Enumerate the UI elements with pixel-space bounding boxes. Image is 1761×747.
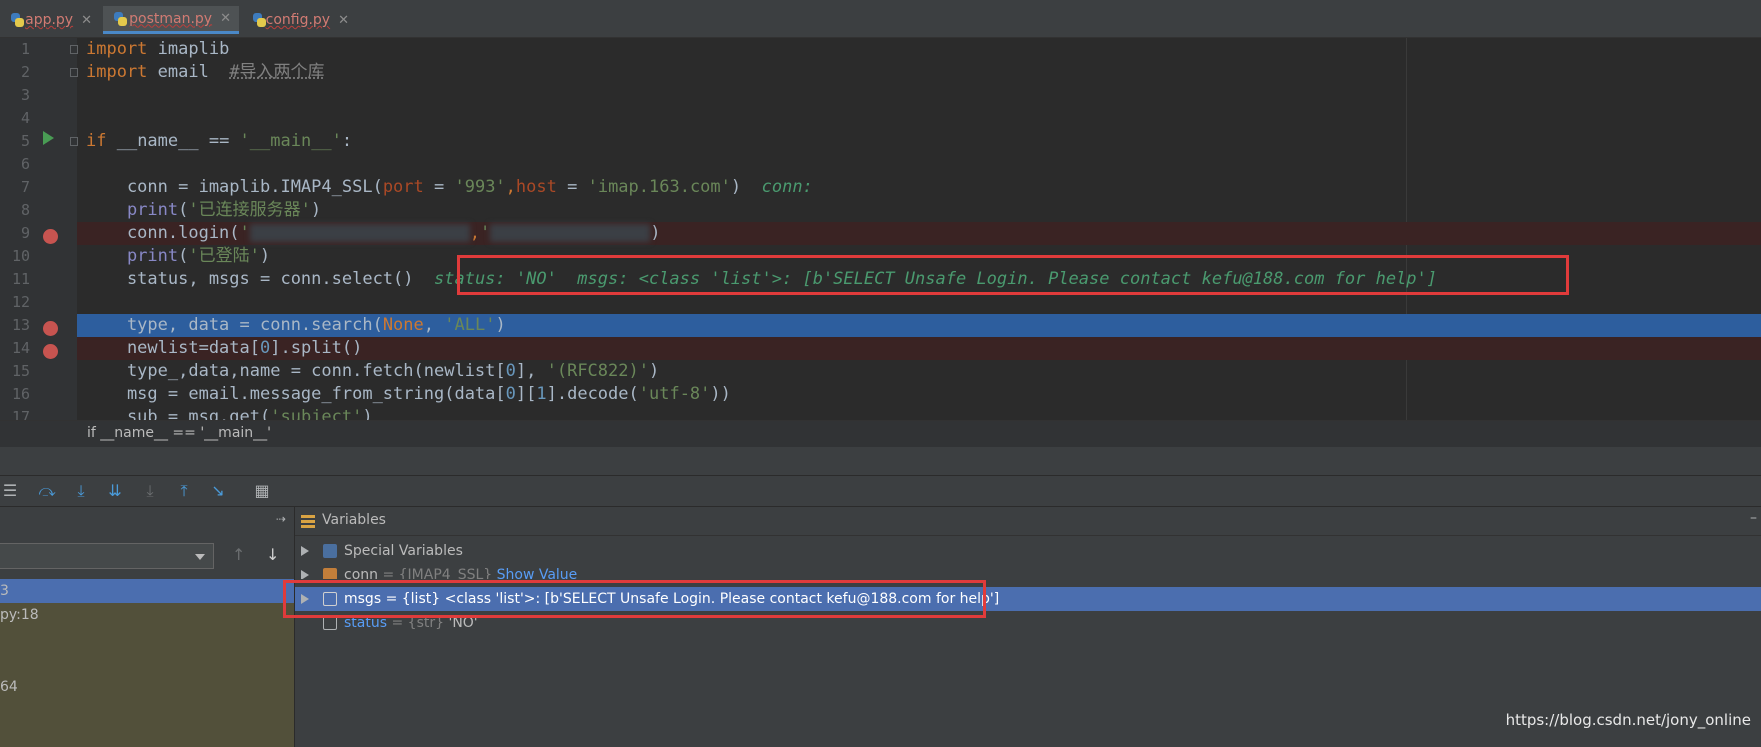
gutter[interactable]: 1 2 3 4 5 6 7 8 9 10 11 12 13 14 15 16 1… bbox=[0, 38, 78, 420]
python-file-icon bbox=[252, 13, 266, 27]
frame-row[interactable]: py:18 bbox=[0, 603, 294, 627]
code-line-17[interactable]: sub = msg.get('subject') bbox=[77, 406, 1761, 420]
expand-icon[interactable] bbox=[301, 546, 309, 556]
frame-row[interactable]: 64 bbox=[0, 675, 294, 699]
step-over-icon[interactable]: ⤼ bbox=[37, 481, 57, 501]
breakpoint-icon[interactable] bbox=[43, 344, 58, 359]
line-number: 14 bbox=[11, 339, 30, 357]
line-number: 3 bbox=[20, 86, 30, 104]
force-step-into-icon[interactable]: ⤓ bbox=[140, 481, 160, 501]
variables-icon bbox=[301, 513, 315, 528]
tab-label: config.py bbox=[265, 12, 331, 28]
code-line-2[interactable]: import email #导入两个库 bbox=[77, 61, 1761, 84]
line-number: 1 bbox=[20, 40, 30, 58]
expand-icon[interactable] bbox=[301, 570, 309, 579]
line-number: 2 bbox=[20, 63, 30, 81]
object-icon bbox=[323, 568, 337, 579]
run-icon[interactable] bbox=[43, 131, 54, 145]
redacted-text bbox=[249, 224, 470, 242]
code-editor[interactable]: 1 2 3 4 5 6 7 8 9 10 11 12 13 14 15 16 1… bbox=[0, 38, 1761, 420]
line-number: 10 bbox=[11, 247, 30, 265]
line-number: 8 bbox=[20, 201, 30, 219]
code-line-1[interactable]: import imaplib bbox=[77, 38, 1761, 61]
up-arrow-icon[interactable]: ↑ bbox=[232, 545, 245, 564]
variables-title: Variables bbox=[322, 512, 386, 528]
line-number: 13 bbox=[11, 316, 30, 334]
breadcrumb[interactable]: if __name__ == '__main__' bbox=[0, 420, 1761, 447]
line-number: 9 bbox=[20, 224, 30, 242]
tab-app-py[interactable]: app.py ✕ bbox=[0, 6, 100, 34]
python-file-icon bbox=[113, 11, 128, 26]
line-number: 16 bbox=[11, 385, 30, 403]
thread-selector[interactable] bbox=[0, 543, 214, 569]
step-into-my-code-icon[interactable]: ⇊ bbox=[105, 481, 125, 501]
inline-debug-value: conn: bbox=[761, 177, 813, 197]
line-number: 11 bbox=[11, 270, 30, 288]
down-arrow-icon[interactable]: ↓ bbox=[266, 545, 279, 564]
annotation-box-variable bbox=[283, 580, 986, 618]
variable-row[interactable]: Special Variables bbox=[295, 539, 1761, 563]
code-line-7[interactable]: conn = imaplib.IMAP4_SSL(port = '993',ho… bbox=[77, 176, 1761, 199]
line-number: 15 bbox=[11, 362, 30, 380]
line-number: 17 bbox=[11, 408, 30, 420]
breadcrumb-item[interactable]: if __name__ == '__main__' bbox=[87, 425, 271, 441]
annotation-box-inline bbox=[457, 255, 1569, 295]
variables-header: Variables – bbox=[295, 507, 1761, 536]
close-icon[interactable]: ✕ bbox=[338, 13, 349, 28]
watermark: https://blog.csdn.net/jony_online bbox=[1505, 711, 1751, 729]
line-number: 5 bbox=[20, 132, 30, 150]
frame-row[interactable] bbox=[0, 627, 294, 675]
menu-icon[interactable]: ☰ bbox=[0, 481, 20, 501]
run-to-cursor-icon[interactable]: ↘ bbox=[208, 481, 228, 501]
minimize-icon[interactable]: – bbox=[1750, 510, 1757, 526]
frames-background bbox=[0, 699, 294, 747]
code-line-9[interactable]: conn.login(' ,') bbox=[77, 222, 1761, 245]
string-icon bbox=[323, 616, 337, 630]
editor-tabs: app.py ✕ postman.py ✕ config.py ✕ bbox=[0, 0, 1761, 38]
tab-label: postman.py bbox=[129, 10, 213, 27]
frames-header: ⇢ bbox=[0, 507, 294, 535]
special-variables-icon bbox=[323, 544, 337, 558]
show-value-link[interactable]: Show Value bbox=[497, 567, 578, 579]
tab-config-py[interactable]: config.py ✕ bbox=[242, 6, 357, 34]
debug-toolbar: ☰ ⤼ ⤓ ⇊ ⤓ ⤒ ↘ ▦ bbox=[0, 476, 1761, 507]
breakpoint-icon[interactable] bbox=[43, 229, 58, 244]
line-number: 4 bbox=[20, 109, 30, 127]
line-number: 12 bbox=[11, 293, 30, 311]
tab-postman-py[interactable]: postman.py ✕ bbox=[103, 6, 239, 34]
variable-row[interactable]: conn = {IMAP4_SSL} Show Value bbox=[295, 563, 1761, 579]
code-line-13-current[interactable]: type, data = conn.search(None, 'ALL') bbox=[77, 314, 1761, 337]
code-line-5[interactable]: if __name__ == '__main__': bbox=[77, 130, 1761, 153]
pin-icon[interactable]: ⇢ bbox=[276, 512, 286, 526]
evaluate-expression-icon[interactable]: ▦ bbox=[252, 481, 272, 501]
line-number: 7 bbox=[20, 178, 30, 196]
line-number: 6 bbox=[20, 155, 30, 173]
code-line-16[interactable]: msg = email.message_from_string(data[0][… bbox=[77, 383, 1761, 406]
frames-panel: ⇢ ↑ ↓ 3 py:18 64 bbox=[0, 507, 295, 747]
close-icon[interactable]: ✕ bbox=[220, 11, 231, 26]
code-line-15[interactable]: type_,data,name = conn.fetch(newlist[0],… bbox=[77, 360, 1761, 383]
python-file-icon bbox=[10, 13, 25, 27]
redacted-text bbox=[490, 224, 651, 242]
tab-label: app.py bbox=[25, 12, 74, 28]
debug-tool-window-header bbox=[0, 447, 1761, 476]
step-out-icon[interactable]: ⤒ bbox=[174, 481, 194, 501]
code-line-14[interactable]: newlist=data[0].split() bbox=[77, 337, 1761, 360]
close-icon[interactable]: ✕ bbox=[81, 13, 92, 28]
code-line-8[interactable]: print('已连接服务器') bbox=[77, 199, 1761, 222]
frame-row[interactable]: 3 bbox=[0, 579, 294, 603]
step-into-icon[interactable]: ⤓ bbox=[71, 481, 91, 501]
breakpoint-icon[interactable] bbox=[43, 321, 58, 336]
